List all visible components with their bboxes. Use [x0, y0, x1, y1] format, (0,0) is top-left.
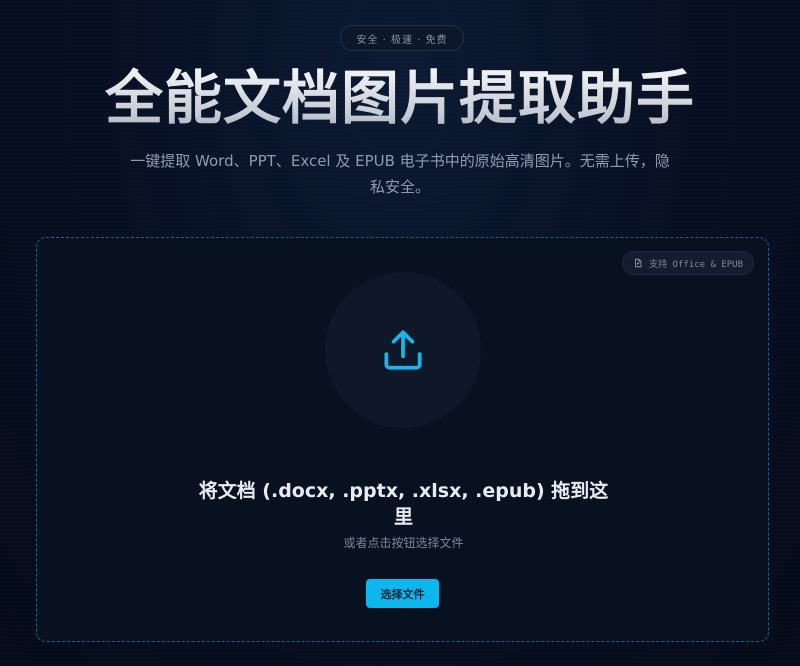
feature-badge: 安全 · 极速 · 免费 — [340, 25, 464, 51]
file-icon — [635, 258, 642, 268]
dropzone-hint: 或者点击按钮选择文件 — [343, 536, 464, 550]
upload-icon — [384, 330, 422, 370]
choose-file-button[interactable]: 选择文件 — [366, 579, 439, 608]
page-subtitle: 一键提取 Word、PPT、Excel 及 EPUB 电子书中的原始高清图片。无… — [130, 152, 670, 196]
upload-icon-circle — [325, 272, 481, 428]
file-dropzone[interactable]: 支持 Office & EPUB 将文档 (.docx, .pptx, .xls… — [36, 237, 769, 642]
support-badge-label: 支持 Office & EPUB — [649, 259, 743, 270]
dropzone-title: 将文档 (.docx, .pptx, .xlsx, .epub) 拖到这里 — [198, 480, 609, 528]
support-badge: 支持 Office & EPUB — [622, 251, 754, 275]
page-title: 全能文档图片提取助手 — [0, 56, 800, 140]
